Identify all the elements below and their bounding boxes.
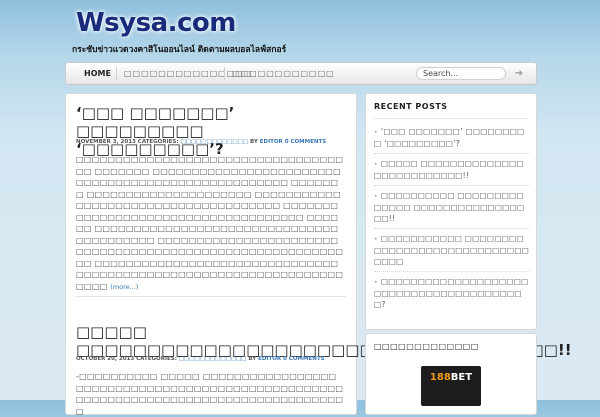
nav-item-3[interactable]: □□□□□□□□□□□□ — [232, 63, 335, 84]
post-meta: NOVEMBER 3, 2013 CATEGORIES: □□□□□□□□□□□… — [76, 139, 326, 145]
categories-label: CATEGORIES: — [136, 356, 177, 362]
nav-item-home[interactable]: HOME — [84, 63, 111, 84]
read-more-link[interactable]: (more...) — [110, 283, 138, 291]
site-logo[interactable]: Wsysa.com — [76, 8, 236, 38]
main-navigation: HOME □□□□□□□□□□□□□□□ □□□□□□□□□□□□ ➔ — [65, 62, 537, 85]
recent-post-item[interactable]: • ‘□□□ □□□□□□□’ □□□□□□□□□ ‘□□□□□□□□□’? — [374, 122, 530, 154]
recent-post-link[interactable]: □□□□□□□□□□□□□□□□□□□□□□□□□□□□□□□□□□□□□□□□… — [374, 277, 529, 309]
post-comments-link[interactable]: 0 COMMENTS — [285, 139, 326, 145]
recent-posts-widget: RECENT POSTS • ‘□□□ □□□□□□□’ □□□□□□□□□ ‘□… — [365, 93, 537, 330]
recent-post-link[interactable]: □□□□□□□□□□ □□□□□□□□□□□□□□ □□□□□□□□□□□□□□… — [374, 191, 524, 223]
banner-logo-text: 188BET — [421, 372, 481, 383]
recent-post-link[interactable]: □□□□□□□□□□□ □□□□□□□□□□□□□□□□□□□□□□□□□□□□… — [374, 234, 529, 266]
bullet-icon: • — [374, 279, 378, 286]
post-excerpt: □□□□□□□□□□□□□□□□□□□□□□□□□□□□□□□□□□□□ □□□… — [76, 154, 344, 293]
main-content: ‘□□□ □□□□□□□’ □□□□□□□□□ ‘□□□□□□□□□’? NOV… — [65, 93, 572, 417]
banner-widget: □□□□□□□□□□□□□ 188BET — [365, 333, 537, 415]
arrow-right-icon[interactable]: ➔ — [512, 67, 526, 80]
bullet-icon: • — [374, 129, 378, 136]
post-comments-link[interactable]: 0 COMMENTS — [283, 356, 324, 362]
post-title[interactable]: ‘□□□ □□□□□□□’ □□□□□□□□□ ‘□□□□□□□□□’? — [76, 104, 348, 158]
search-input[interactable] — [416, 67, 506, 80]
nav-separator — [224, 67, 225, 80]
post-meta: OCTOBER 20, 2013 CATEGORIES: □□□□□□□□□□□… — [76, 356, 325, 362]
widget-title: RECENT POSTS — [374, 102, 448, 111]
post-title[interactable]: □□□□□ □□□□□□□□□□□□□□□□□□□□□□□□□□□□□□□□□□… — [76, 323, 572, 359]
banner-number: 188 — [429, 372, 451, 383]
bullet-icon: • — [374, 161, 378, 168]
recent-post-link[interactable]: ‘□□□ □□□□□□□’ □□□□□□□□□ ‘□□□□□□□□□’? — [374, 127, 525, 148]
widget-divider — [374, 118, 528, 119]
recent-post-item[interactable]: • □□□□□ □□□□□□□□□□□□□□□□□□□□□□□□□□!! — [374, 154, 530, 186]
recent-post-item[interactable]: • □□□□□□□□□□□□□□□□□□□□□□□□□□□□□□□□□□□□□□□… — [374, 272, 530, 314]
post-excerpt-text: -□□□□□□□□□□ □□□□□ □□□□□□□□□□□□□□□□□□□□□□… — [76, 372, 344, 416]
post-author-link[interactable]: EDITOR — [258, 356, 281, 362]
recent-post-item[interactable]: • □□□□□□□□□□ □□□□□□□□□□□□□□ □□□□□□□□□□□□□… — [374, 186, 530, 229]
recent-posts-list: • ‘□□□ □□□□□□□’ □□□□□□□□□ ‘□□□□□□□□□’? • □… — [374, 122, 530, 314]
post-author-link[interactable]: EDITOR — [260, 139, 283, 145]
recent-post-link[interactable]: □□□□□ □□□□□□□□□□□□□□□□□□□□□□□□□□!! — [374, 159, 524, 180]
post-divider — [76, 296, 346, 297]
by-label: BY — [249, 139, 258, 145]
post-date: OCTOBER 20, 2013 — [76, 356, 135, 362]
bullet-icon: • — [374, 236, 378, 243]
recent-post-item[interactable]: • □□□□□□□□□□□ □□□□□□□□□□□□□□□□□□□□□□□□□□□… — [374, 229, 530, 272]
post-category-link[interactable]: □□□□□□□□□□□□□ — [179, 356, 247, 362]
post-excerpt-text: □□□□□□□□□□□□□□□□□□□□□□□□□□□□□□□□□□□□ □□□… — [76, 155, 344, 291]
by-label: BY — [248, 356, 257, 362]
188bet-banner[interactable]: 188BET — [421, 366, 481, 406]
bullet-icon: • — [374, 193, 378, 200]
nav-separator — [116, 67, 117, 80]
post-category-link[interactable]: □□□□□□□□□□□□□ — [180, 139, 248, 145]
widget-title: □□□□□□□□□□□□□ — [374, 342, 479, 351]
banner-word: BET — [450, 372, 473, 383]
site-tagline: กระชับข่าวแวดวงคาสิโนออนไลน์ ติดตามผลบอล… — [72, 45, 287, 55]
post-date: NOVEMBER 3, 2013 — [76, 139, 136, 145]
categories-label: CATEGORIES: — [137, 139, 179, 145]
post-excerpt: -□□□□□□□□□□ □□□□□ □□□□□□□□□□□□□□□□□□□□□□… — [76, 371, 344, 417]
